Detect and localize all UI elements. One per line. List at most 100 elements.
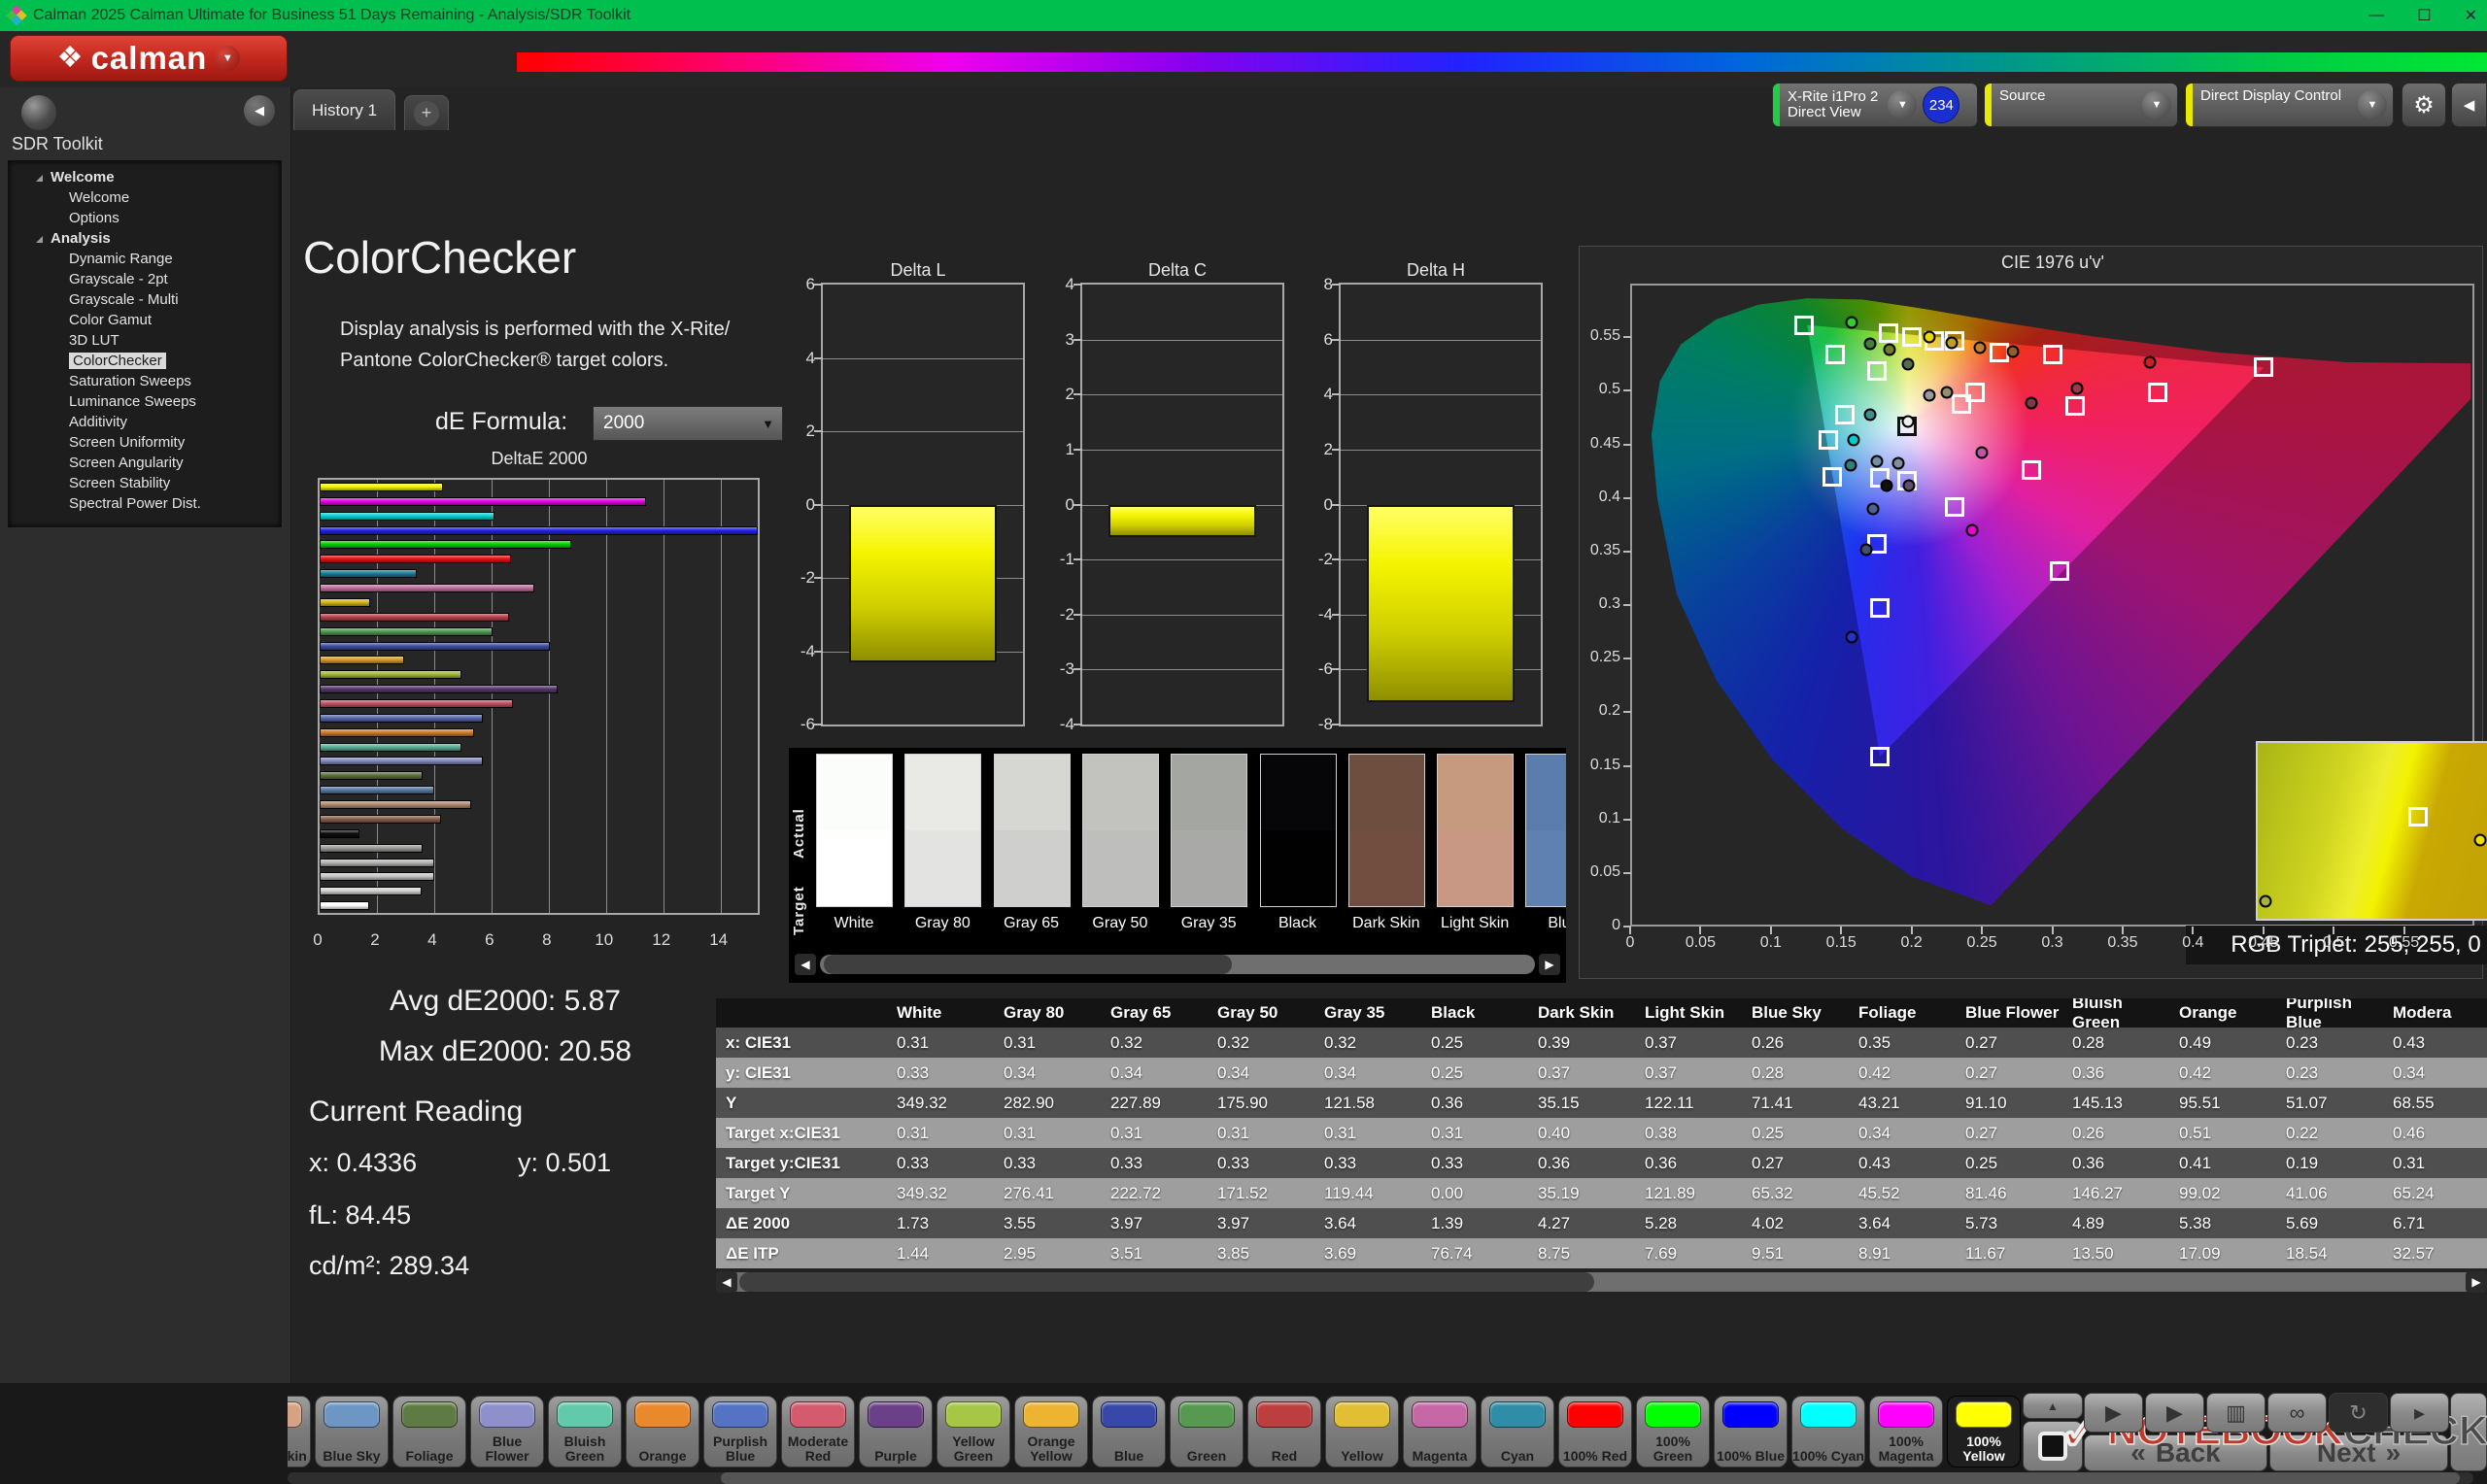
sidebar-item-label: Saturation Sweeps xyxy=(69,373,191,389)
table-scroll-left-icon[interactable]: ◀ xyxy=(716,1271,737,1293)
meter-dropdown[interactable]: X-Rite i1Pro 2 Direct View ▼ 234 xyxy=(1772,83,1978,127)
cie-measurement-dot xyxy=(1923,388,1935,401)
table-cell: 45.52 xyxy=(1851,1184,1958,1203)
patch-button-100-red[interactable]: 100% Red xyxy=(1558,1396,1632,1467)
strip-scrollbar-thumb[interactable] xyxy=(824,955,1232,974)
panel-up-button[interactable]: ▲ xyxy=(2023,1393,2083,1419)
sidebar-item-options[interactable]: Options xyxy=(9,208,281,228)
sidebar-item-colorchecker[interactable]: ColorChecker xyxy=(9,351,281,371)
patch-color-chip xyxy=(1567,1401,1623,1428)
cie-target-square xyxy=(1870,747,1890,766)
bottom-scrollbar[interactable] xyxy=(288,1472,2473,1484)
table-scroll-right-icon[interactable]: ▶ xyxy=(2466,1271,2487,1293)
strip-scroll-left-icon[interactable]: ◀ xyxy=(795,954,816,975)
sidebar-orb-icon[interactable] xyxy=(21,95,56,130)
cie-x-tick: 0.05 xyxy=(1671,934,1729,952)
sidebar-item-grayscale-multi[interactable]: Grayscale - Multi xyxy=(9,289,281,310)
table-cell: 0.19 xyxy=(2278,1154,2385,1173)
sidebar-item-screen-angularity[interactable]: Screen Angularity xyxy=(9,453,281,473)
display-control-dropdown[interactable]: Direct Display Control ▼ xyxy=(2185,83,2394,127)
patch-button-bluish-green[interactable]: Bluish Green xyxy=(548,1396,622,1467)
sidebar-item-welcome[interactable]: Welcome xyxy=(9,187,281,208)
patch-button-yellow-green[interactable]: Yellow Green xyxy=(937,1396,1010,1467)
patch-button-blue[interactable]: Blue xyxy=(1092,1396,1166,1467)
sidebar-item-screen-uniformity[interactable]: Screen Uniformity xyxy=(9,432,281,453)
strip-scroll-right-icon[interactable]: ▶ xyxy=(1539,954,1560,975)
sidebar-item-color-gamut[interactable]: Color Gamut xyxy=(9,310,281,330)
source-dropdown[interactable]: Source ▼ xyxy=(1984,83,2178,127)
close-icon[interactable]: ✕ xyxy=(2465,6,2477,25)
cie-measurement-dot xyxy=(1941,386,1954,398)
transport-button-2[interactable]: ▥ xyxy=(2206,1393,2266,1433)
add-tab-button[interactable]: + xyxy=(404,95,449,130)
patch-button-foliage[interactable]: Foliage xyxy=(392,1396,466,1467)
cie-y-tick: 0.05 xyxy=(1578,863,1620,881)
sidebar-collapse-button[interactable]: ◀ xyxy=(244,95,275,126)
patch-button-orange[interactable]: Orange xyxy=(626,1396,699,1467)
transport-button-5[interactable]: ▸ xyxy=(2390,1393,2449,1433)
patch-button-purple[interactable]: Purple xyxy=(859,1396,933,1467)
patch-button-green[interactable]: Green xyxy=(1170,1396,1244,1467)
cie-measurement-dot xyxy=(1847,434,1859,447)
patch-button-100-green[interactable]: 100% Green xyxy=(1636,1396,1710,1467)
cie-measurement-dot xyxy=(2025,396,2037,409)
sidebar-item-welcome[interactable]: Welcome xyxy=(9,167,281,187)
bottom-scrollbar-thumb[interactable] xyxy=(721,1472,2460,1484)
patch-button-red[interactable]: Red xyxy=(1247,1396,1321,1467)
patch-color-chip xyxy=(1334,1401,1390,1428)
sidebar-item-spectral-power-dist-[interactable]: Spectral Power Dist. xyxy=(9,493,281,514)
stop-button[interactable] xyxy=(2023,1421,2083,1471)
sidebar-item-dynamic-range[interactable]: Dynamic Range xyxy=(9,249,281,269)
source-dropdown-caret-icon[interactable]: ▼ xyxy=(2142,90,2171,119)
patch-button-100-blue[interactable]: 100% Blue xyxy=(1714,1396,1788,1467)
sidebar-item-saturation-sweeps[interactable]: Saturation Sweeps xyxy=(9,371,281,391)
sidebar-item-analysis[interactable]: Analysis xyxy=(9,228,281,249)
patch-button-100-magenta[interactable]: 100% Magenta xyxy=(1869,1396,1943,1467)
patch-button-purplish-blue[interactable]: Purplish Blue xyxy=(703,1396,777,1467)
sidebar-item-additivity[interactable]: Additivity xyxy=(9,412,281,432)
strip-scrollbar[interactable] xyxy=(820,955,1535,974)
table-scrollbar-thumb[interactable] xyxy=(739,1272,1594,1292)
expand-triangle-icon[interactable] xyxy=(36,236,43,243)
sidebar-item-grayscale-2pt[interactable]: Grayscale - 2pt xyxy=(9,269,281,289)
transport-button-0[interactable]: ▶ xyxy=(2084,1393,2143,1433)
patch-button-orange-yellow[interactable]: Orange Yellow xyxy=(1014,1396,1088,1467)
transport-button-1[interactable]: ▶ xyxy=(2145,1393,2204,1433)
next-button[interactable]: Next » xyxy=(2269,1434,2448,1471)
tab-history-1[interactable]: History 1 xyxy=(293,89,395,130)
patch-button-magenta[interactable]: Magenta xyxy=(1403,1396,1477,1467)
patch-button-blue-sky[interactable]: Blue Sky xyxy=(315,1396,389,1467)
sidebar-item-luminance-sweeps[interactable]: Luminance Sweeps xyxy=(9,391,281,412)
panel-collapse-button[interactable]: ◀ xyxy=(2451,83,2487,127)
partial-side-button[interactable] xyxy=(2450,1393,2487,1471)
maximize-icon[interactable]: ☐ xyxy=(2417,6,2431,25)
table-cell: 349.32 xyxy=(889,1184,996,1203)
sidebar-item-screen-stability[interactable]: Screen Stability xyxy=(9,473,281,493)
logo-menu-caret-icon[interactable]: ▼ xyxy=(215,46,240,71)
de-formula-select[interactable]: 2000 ▼ xyxy=(593,406,783,441)
calman-logo-button[interactable]: ❖ calman ▼ xyxy=(10,35,288,82)
transport-button-3[interactable]: ∞ xyxy=(2267,1393,2327,1433)
minimize-icon[interactable]: — xyxy=(2368,7,2384,24)
table-row: Target Y349.32276.41222.72171.52119.440.… xyxy=(716,1178,2487,1208)
table-cell: 0.40 xyxy=(1530,1124,1637,1143)
deltae-bar-yellow xyxy=(320,598,370,607)
patch-button-blue-flower[interactable]: Blue Flower xyxy=(470,1396,544,1467)
patch-button-100-yellow[interactable]: 100% Yellow xyxy=(1947,1396,2021,1467)
cie-target-square xyxy=(1794,316,1814,335)
display-control-caret-icon[interactable]: ▼ xyxy=(2358,90,2387,119)
expand-triangle-icon[interactable] xyxy=(36,175,43,182)
transport-button-4[interactable]: ↻ xyxy=(2329,1393,2388,1433)
sidebar-item-3d-lut[interactable]: 3D LUT xyxy=(9,330,281,351)
patch-button-light-skin[interactable]: Light Skin xyxy=(288,1396,311,1467)
patch-button-label: Yellow Green xyxy=(937,1434,1009,1464)
patch-button-100-cyan[interactable]: 100% Cyan xyxy=(1791,1396,1865,1467)
cie-measurement-dot xyxy=(1859,543,1872,556)
back-button[interactable]: « Back xyxy=(2084,1434,2267,1471)
table-scrollbar[interactable]: ◀ ▶ xyxy=(716,1272,2487,1292)
settings-button[interactable]: ⚙ xyxy=(2402,83,2446,127)
patch-button-moderate-red[interactable]: Moderate Red xyxy=(781,1396,855,1467)
patch-button-cyan[interactable]: Cyan xyxy=(1481,1396,1554,1467)
patch-button-yellow[interactable]: Yellow xyxy=(1325,1396,1399,1467)
meter-dropdown-caret-icon[interactable]: ▼ xyxy=(1888,90,1917,119)
